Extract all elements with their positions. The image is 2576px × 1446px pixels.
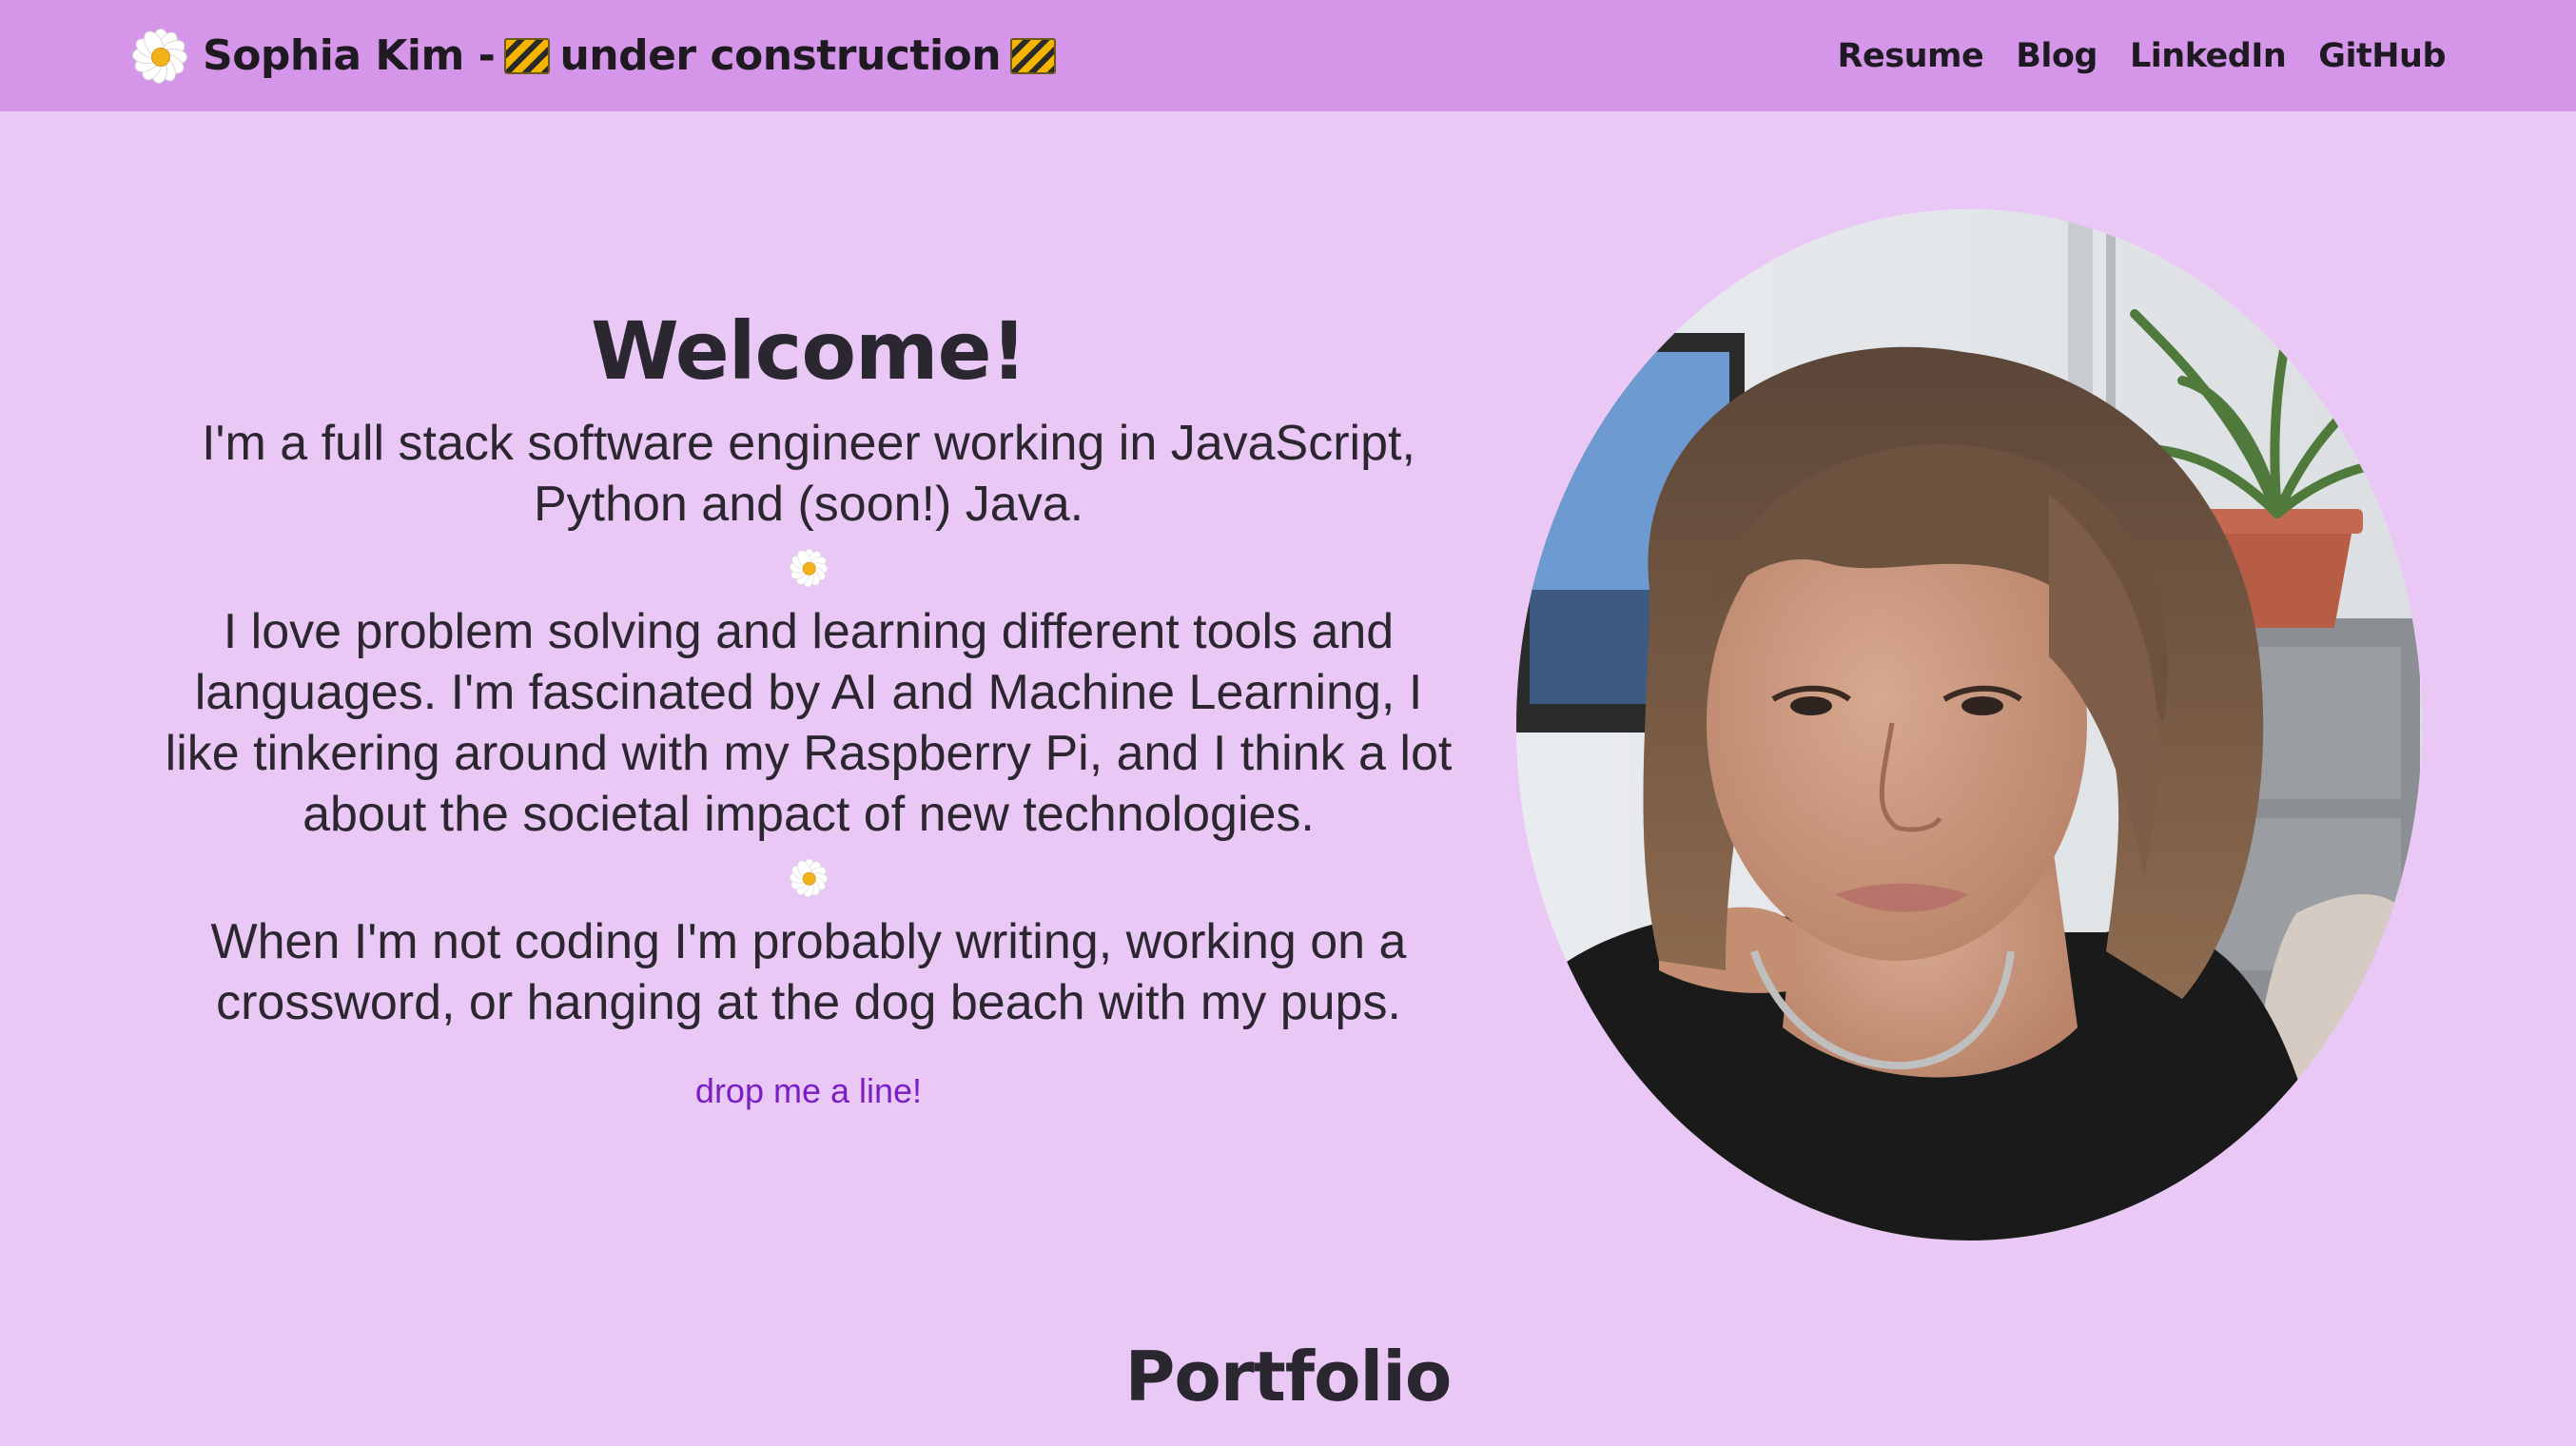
profile-photo [1516,209,2422,1241]
nav-links: Resume Blog LinkedIn GitHub [1838,37,2447,75]
nav-link-github[interactable]: GitHub [2318,37,2446,75]
nav-link-blog[interactable]: Blog [2016,37,2098,75]
daisy-icon [788,857,829,899]
construction-sign-icon [504,37,551,74]
daisy-icon [788,547,829,589]
hero-intro: Welcome! I'm a full stack software engin… [152,304,1465,1111]
hero-title: Welcome! [591,304,1027,398]
top-navbar: Sophia Kim - under construction Resume B… [0,0,2576,111]
daisy-icon [130,27,189,86]
hobbies-paragraph: When I'm not coding I'm probably writing… [210,914,1407,1030]
contact-link[interactable]: drop me a line! [695,1071,922,1111]
nav-link-linkedin[interactable]: LinkedIn [2130,37,2287,75]
site-brand[interactable]: Sophia Kim - under construction [130,27,1065,86]
interests-paragraph: I love problem solving and learning diff… [165,604,1453,842]
nav-link-resume[interactable]: Resume [1838,37,1984,75]
portfolio-heading: Portfolio [1124,1337,1453,1417]
profile-photo-illustration [1516,209,2422,1241]
brand-name: Sophia Kim - [203,31,496,80]
separator [152,535,1465,601]
separator [152,845,1465,911]
brand-status: under construction [559,31,1002,80]
construction-sign-icon [1010,37,1057,74]
intro-paragraph: I'm a full stack software engineer worki… [202,416,1415,532]
